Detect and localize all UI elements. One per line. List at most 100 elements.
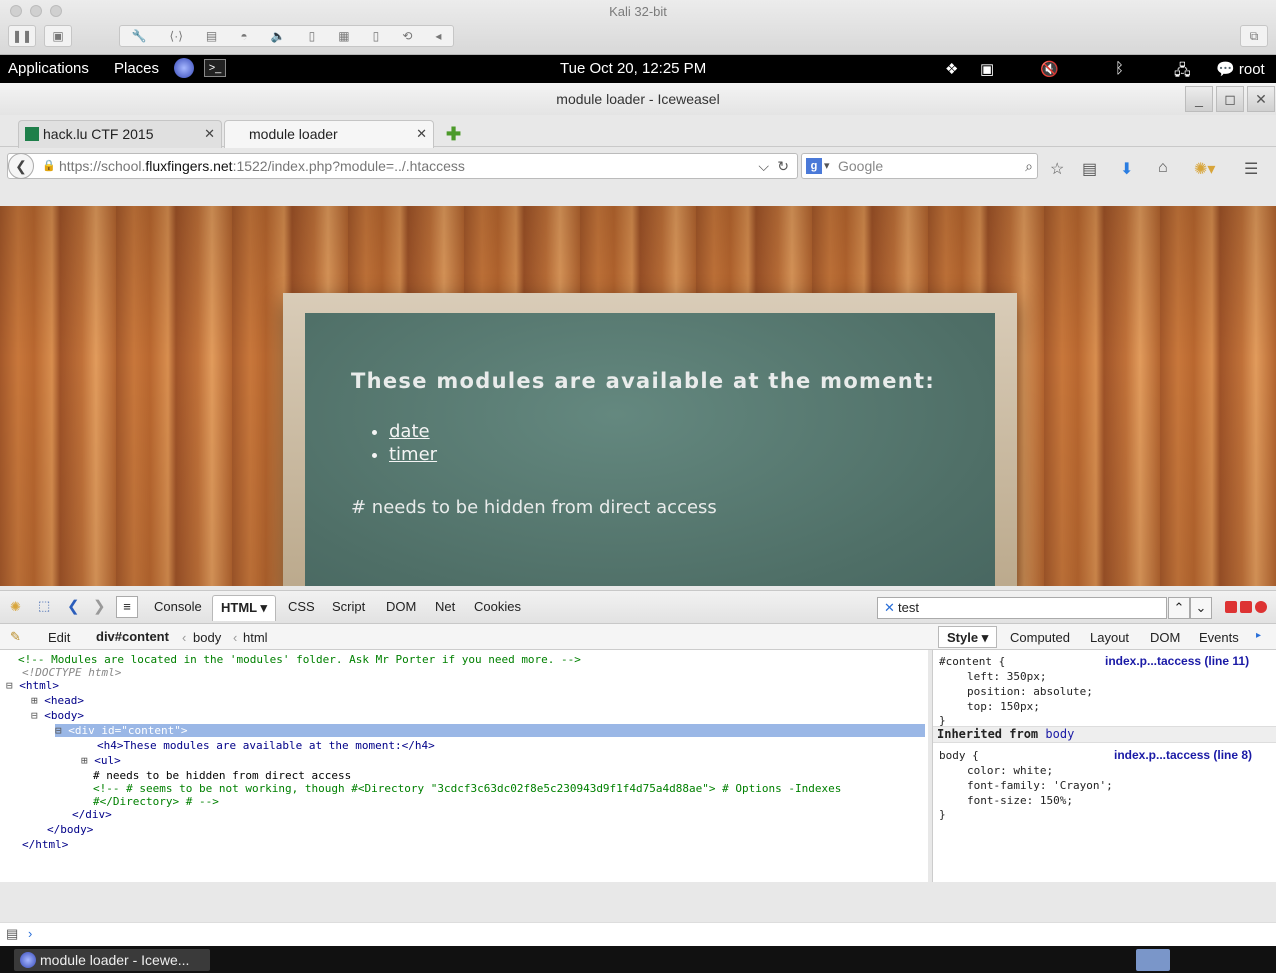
tab-module-loader[interactable]: module loader ✕ <box>224 120 434 148</box>
forward-arrow-icon[interactable]: ❯ <box>93 597 106 615</box>
arrows-icon[interactable]: ⟨·⟩ <box>170 29 183 43</box>
body-node[interactable]: ⊟ <body> <box>31 709 84 722</box>
h4-node[interactable]: <h4>These modules are available at the m… <box>97 739 435 752</box>
clock[interactable]: Tue Oct 20, 12:25 PM <box>560 60 706 77</box>
collapse-icon[interactable]: ⊟ <box>31 709 38 722</box>
url-text[interactable]: https://school.fluxfingers.net:1522/inde… <box>59 154 465 178</box>
breadcrumb-body[interactable]: body <box>193 630 221 645</box>
tab-hacklu[interactable]: hack.lu CTF 2015 ✕ <box>18 120 222 148</box>
side-tab-style[interactable]: Style ▾ <box>938 626 998 648</box>
side-tab-layout[interactable]: Layout <box>1090 630 1129 645</box>
url-dropdown-icon[interactable]: ⌵ <box>758 154 769 178</box>
back-arrow-icon[interactable]: ❮ <box>67 597 80 615</box>
command-editor-icon[interactable]: ≡ <box>116 596 138 618</box>
downloads-icon[interactable]: ⬇ <box>1120 159 1133 179</box>
html-doctype[interactable]: <!DOCTYPE html> <box>22 666 121 679</box>
prop-left[interactable]: left: 350px; <box>967 670 1046 683</box>
bookmark-star-icon[interactable]: ☆ <box>1050 159 1064 179</box>
tab-close-icon[interactable]: ✕ <box>416 121 427 147</box>
module-link-timer[interactable]: timer <box>389 444 437 465</box>
browser-launcher-icon[interactable] <box>174 58 194 78</box>
tab-cookies[interactable]: Cookies <box>474 599 521 614</box>
fullscreen-button[interactable]: ⧉ <box>1240 25 1268 47</box>
workspace-switcher[interactable] <box>1136 949 1170 971</box>
search-next-icon[interactable]: ⌄ <box>1190 597 1212 619</box>
firebug-minimize-icon[interactable] <box>1225 601 1237 613</box>
user-menu[interactable]: 💬 root <box>1216 60 1265 78</box>
edit-button[interactable]: Edit <box>48 630 70 645</box>
search-icon[interactable]: ⌕ <box>1025 154 1033 178</box>
tab-html[interactable]: HTML ▾ <box>212 595 277 621</box>
pause-button[interactable]: ❚❚ <box>8 25 36 47</box>
taskbar-window-button[interactable]: module loader - Icewe... <box>14 949 210 971</box>
rule-source-body[interactable]: index.p...taccess (line 8) <box>1114 748 1252 762</box>
collapse-icon[interactable]: ⊟ <box>55 724 62 737</box>
text-node[interactable]: # needs to be hidden from direct access <box>93 769 351 782</box>
tab-close-icon[interactable]: ✕ <box>204 121 215 147</box>
refresh-icon[interactable]: ⟲ <box>402 29 412 43</box>
reading-list-icon[interactable]: ▤ <box>1082 159 1097 179</box>
inspect-icon[interactable]: ⬚ <box>38 598 50 614</box>
url-bar[interactable]: ❮ 🔒 https://school.fluxfingers.net:1522/… <box>7 153 798 179</box>
engine-dropdown-icon[interactable]: ▾ <box>824 154 830 178</box>
html-comment-directory[interactable]: <!-- # seems to be not working, though #… <box>93 782 841 795</box>
expand-icon[interactable]: ⊞ <box>81 754 88 767</box>
tab-css[interactable]: CSS <box>288 599 315 614</box>
new-tab-icon[interactable]: ✚ <box>446 124 461 145</box>
reload-icon[interactable]: ↻ <box>777 154 789 178</box>
usb2-icon[interactable]: ▯ <box>373 29 380 43</box>
back-icon[interactable]: ❮ <box>8 153 34 179</box>
minimize-icon[interactable]: _ <box>1185 86 1213 112</box>
html-comment-directory-end[interactable]: #</Directory> # --> <box>93 795 219 808</box>
search-prev-icon[interactable]: ⌃ <box>1168 597 1190 619</box>
terminal-icon[interactable]: >_ <box>204 59 226 77</box>
head-node[interactable]: ⊞ <head> <box>31 694 84 707</box>
side-tab-dom[interactable]: DOM <box>1150 630 1180 645</box>
network-icon[interactable]: 🖧 <box>1174 60 1191 85</box>
breadcrumb-html[interactable]: html <box>243 630 268 645</box>
ul-node[interactable]: ⊞ <ul> <box>81 754 121 767</box>
close-icon[interactable]: ✕ <box>1247 86 1275 112</box>
expand-icon[interactable]: ⊞ <box>31 694 38 707</box>
prop-position[interactable]: position: absolute; <box>967 685 1093 698</box>
div-content-node[interactable]: ⊟ <div id="content"> <box>55 724 925 737</box>
tab-dom[interactable]: DOM <box>386 599 416 614</box>
prop-font-family[interactable]: font-family: 'Crayon'; <box>967 779 1113 792</box>
volume-muted-icon[interactable]: 🔇 <box>1040 60 1059 78</box>
firebug-detach-icon[interactable] <box>1240 601 1252 613</box>
module-link-date[interactable]: date <box>389 421 430 442</box>
tab-console[interactable]: Console <box>154 599 202 614</box>
clear-search-icon[interactable]: ✕ <box>884 598 895 618</box>
search-bar[interactable]: g ▾ Google ⌕ <box>801 153 1038 179</box>
collapse-icon[interactable]: ⊟ <box>6 679 13 692</box>
firebug-close-icon[interactable] <box>1255 601 1267 613</box>
menu-icon[interactable]: ☰ <box>1244 159 1258 179</box>
disk-icon[interactable]: ▤ <box>206 29 217 43</box>
side-tabs-more-icon[interactable]: ▸ <box>1256 630 1261 641</box>
firebug-icon[interactable]: ✺▾ <box>1194 159 1215 179</box>
tab-net[interactable]: Net <box>435 599 455 614</box>
side-tab-events[interactable]: Events <box>1199 630 1239 645</box>
firebug-search-input[interactable]: ✕ test <box>877 597 1167 619</box>
lock-icon[interactable]: ▦ <box>338 29 349 43</box>
notification-icon[interactable]: ▣ <box>980 60 994 78</box>
wrench-icon[interactable]: 🔧 <box>132 29 147 43</box>
edit-icon[interactable]: ✎ <box>10 629 21 645</box>
prop-font-size[interactable]: font-size: 150%; <box>967 794 1073 807</box>
collapse-icon[interactable]: ◂ <box>435 29 441 43</box>
sound-icon[interactable]: 🔈 <box>271 29 286 43</box>
rule-source-content[interactable]: index.p...taccess (line 11) <box>1105 654 1249 668</box>
drive-icon[interactable]: ◓ <box>240 29 247 43</box>
usb-icon[interactable]: ▯ <box>309 29 316 43</box>
html-comment-modules[interactable]: <!-- Modules are located in the 'modules… <box>18 653 581 666</box>
inherited-link[interactable]: body <box>1045 727 1074 741</box>
dropbox-icon[interactable]: ❖ <box>945 60 958 78</box>
places-menu[interactable]: Places <box>114 60 159 77</box>
applications-menu[interactable]: Applications <box>8 60 89 77</box>
home-icon[interactable]: ⌂ <box>1158 159 1168 177</box>
rule-selector-content[interactable]: #content { <box>939 655 1005 668</box>
html-node[interactable]: ⊟ <html> <box>6 679 59 692</box>
snapshot-button[interactable]: ▣ <box>44 25 72 47</box>
breadcrumb-div[interactable]: div#content <box>96 629 169 644</box>
maximize-icon[interactable]: ◻ <box>1216 86 1244 112</box>
